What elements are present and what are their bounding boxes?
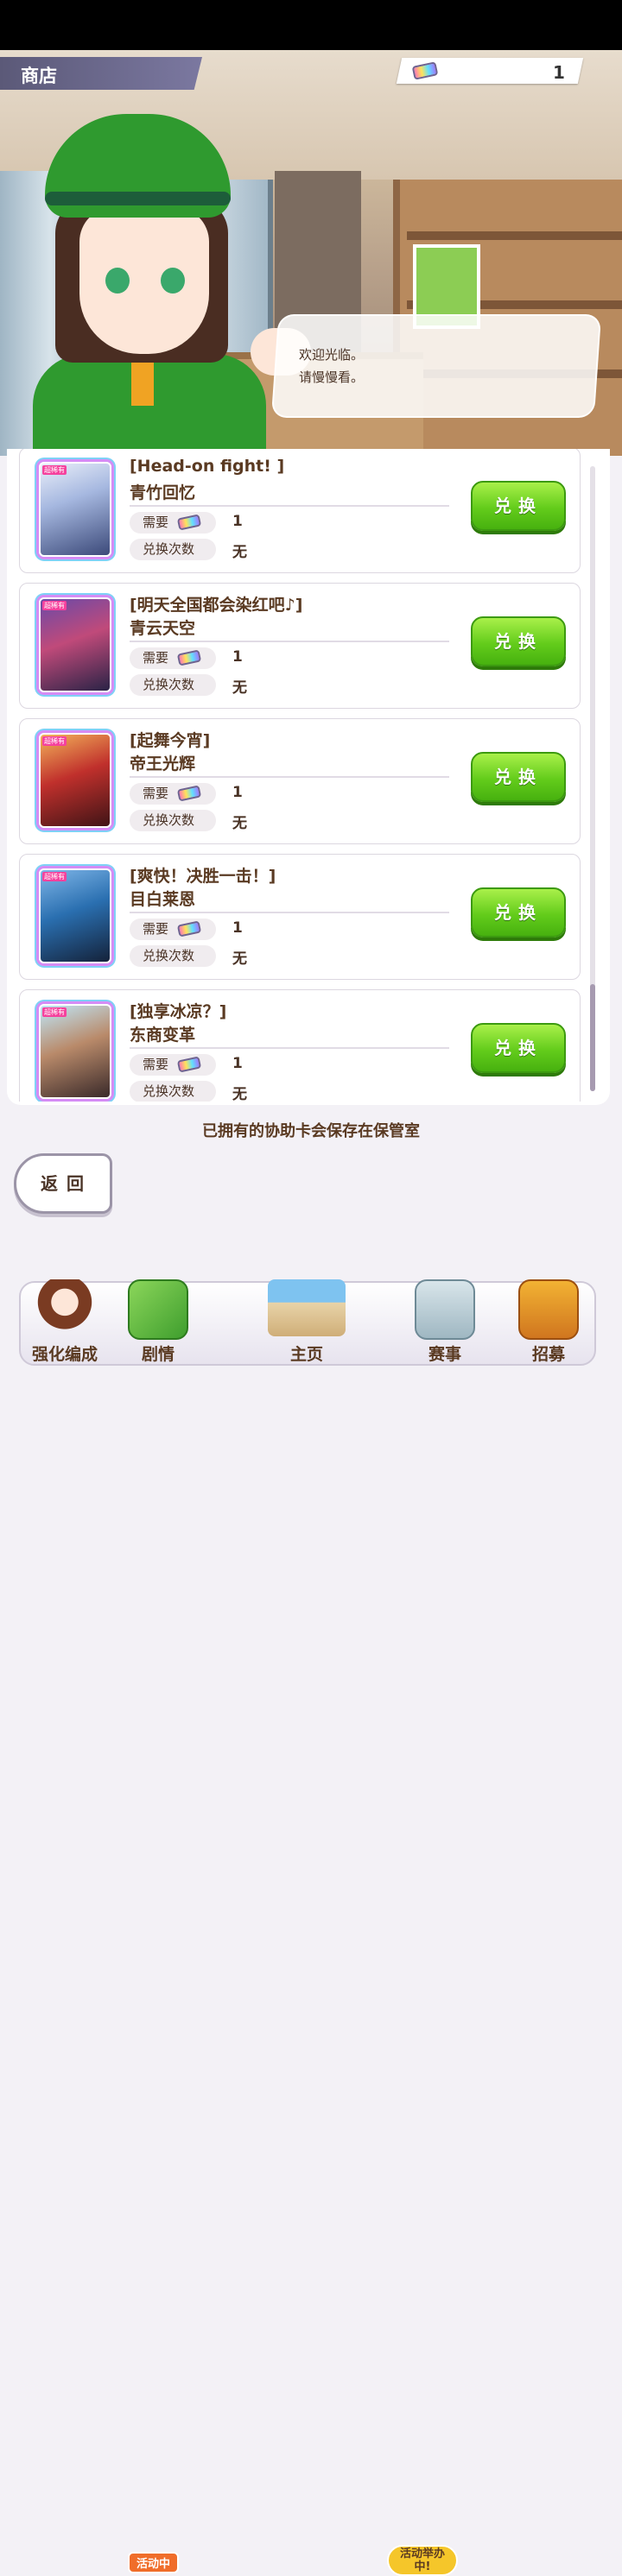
storage-note: 已拥有的协助卡会保存在保管室 [202,1122,420,1140]
limit-value: 无 [232,679,247,697]
currency-count: 1 [553,62,565,83]
support-card-image[interactable]: 超稀有 [39,462,111,557]
exchange-button[interactable]: 兑换 [471,1023,566,1073]
nav-label: 主页 [289,1345,323,1364]
limit-label: 兑换次数 [130,810,216,831]
list-item: 超稀有 [独享冰凉？] 东商变革 需要 1 兑换次数 无 兑换 [19,989,581,1102]
back-button[interactable]: 返回 [14,1153,112,1214]
nav-label: 强化编成 [31,1345,98,1364]
bottom-nav: 强化编成 剧情 活动中 主页 赛事 活动举办中! 招募 [0,1272,622,2576]
dialog-line-2: 请慢慢看。 [299,369,365,385]
divider [130,912,449,913]
cost-label: 需要 [130,512,216,534]
limit-label: 兑换次数 [130,539,216,560]
rarity-badge: 超稀有 [42,736,67,746]
support-card-image[interactable]: 超稀有 [39,733,111,828]
ticket-icon [176,1056,202,1073]
speech-bubble [270,314,602,418]
limit-label: 兑换次数 [130,945,216,967]
ticket-icon [176,785,202,802]
exchange-button[interactable]: 兑换 [471,616,566,666]
list-item: 超稀有 [爽快！决胜一击！] 目白莱恩 需要 1 兑换次数 无 兑换 [19,854,581,980]
item-name: 东商变革 [130,1026,196,1045]
limit-value: 无 [232,544,247,561]
item-title: [Head-on fight! ] [130,457,285,476]
list-item: 超稀有 [Head-on fight! ] 青竹回忆 需要 1 兑换次数 无 兑… [19,449,581,573]
nav-label: 赛事 [428,1345,461,1364]
home-building-icon [268,1279,346,1336]
cost-label: 需要 [130,647,216,669]
nav-label: 剧情 [141,1345,175,1364]
page-title: 商店 [21,66,57,86]
cost-value: 1 [232,513,243,530]
support-card-image[interactable]: 超稀有 [39,597,111,692]
shopkeeper-character[interactable] [26,69,311,466]
rarity-badge: 超稀有 [42,465,67,475]
character-icon [36,1279,93,1336]
limit-label: 兑换次数 [130,1081,216,1102]
cost-label: 需要 [130,1054,216,1076]
divider [130,505,449,507]
rarity-badge: 超稀有 [42,601,67,610]
event-badge: 活动中 [128,2552,180,2573]
cost-value: 1 [232,1055,243,1072]
cost-value: 1 [232,648,243,666]
item-name: 目白莱恩 [130,890,196,909]
item-name: 青竹回忆 [130,483,196,502]
item-title: [明天全国都会染红吧♪] [130,596,303,615]
story-book-icon [128,1279,188,1340]
limit-value: 无 [232,1086,247,1102]
nav-label: 招募 [531,1345,565,1364]
item-list[interactable]: 超稀有 [Head-on fight! ] 青竹回忆 需要 1 兑换次数 无 兑… [19,449,581,1102]
nav-gacha[interactable]: 招募 [501,1276,596,1373]
support-card-image[interactable]: 超稀有 [39,868,111,963]
exchange-button[interactable]: 兑换 [471,887,566,938]
item-name: 帝王光辉 [130,754,196,773]
divider [130,1047,449,1049]
status-bar [0,0,622,50]
nav-race[interactable]: 赛事 [397,1276,492,1373]
scrollbar-thumb[interactable] [590,984,595,1091]
dialog-line-1: 欢迎光临。 [299,347,365,363]
item-title: [起舞今宵] [130,731,211,750]
gacha-door-icon [518,1279,579,1340]
divider [130,776,449,778]
rarity-badge: 超稀有 [42,872,67,881]
cost-label: 需要 [130,783,216,805]
support-card-image[interactable]: 超稀有 [39,1004,111,1099]
item-title: [独享冰凉？] [130,1002,227,1021]
rarity-badge: 超稀有 [42,1007,67,1017]
cost-value: 1 [232,919,243,937]
nav-story[interactable]: 剧情 [111,1276,206,1373]
limit-value: 无 [232,950,247,968]
nav-home[interactable]: 主页 [259,1276,354,1373]
ticket-icon [176,514,202,531]
exchange-button[interactable]: 兑换 [471,481,566,531]
race-gate-icon [415,1279,475,1340]
cost-label: 需要 [130,919,216,940]
list-item: 超稀有 [明天全国都会染红吧♪] 青云天空 需要 1 兑换次数 无 兑换 [19,583,581,709]
limit-value: 无 [232,815,247,832]
nav-enhance[interactable]: 强化编成 [17,1276,112,1373]
list-item: 超稀有 [起舞今宵] 帝王光辉 需要 1 兑换次数 无 兑换 [19,718,581,844]
exchange-button[interactable]: 兑换 [471,752,566,802]
divider [130,641,449,642]
ticket-icon [176,649,202,666]
item-name: 青云天空 [130,619,196,638]
item-title: [爽快！决胜一击！] [130,867,276,886]
race-event-badge: 活动举办中! [387,2545,458,2576]
ticket-icon [176,920,202,938]
limit-label: 兑换次数 [130,674,216,696]
cost-value: 1 [232,784,243,801]
